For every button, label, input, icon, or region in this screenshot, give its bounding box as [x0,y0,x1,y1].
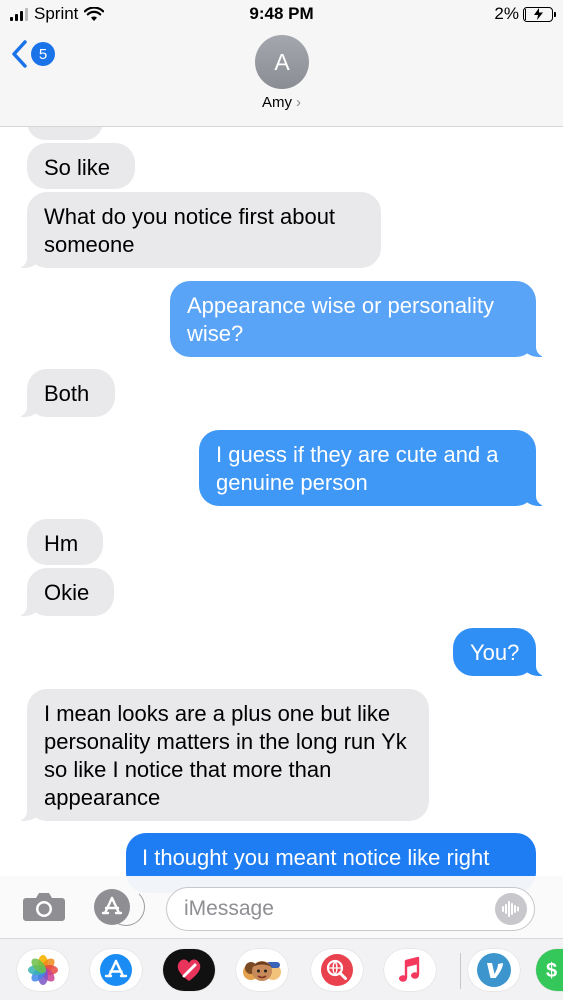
charging-bolt-icon [533,8,543,20]
waveform-icon [502,901,519,917]
digital-touch-app-button[interactable] [163,949,215,991]
images-search-app-button[interactable] [311,949,363,991]
audio-message-button[interactable] [495,893,527,925]
contact-avatar[interactable]: A [255,35,309,89]
app-store-app-button[interactable] [90,949,142,991]
message-bubble-incoming[interactable]: What do you notice first about someone [17,192,381,268]
message-bubble-outgoing[interactable]: Appearance wise or personality wise? [170,281,546,357]
battery-icon [523,6,556,22]
message-bubble-incoming[interactable]: I mean looks are a plus one but like per… [17,689,429,821]
message-bubble-incoming[interactable]: So like [27,143,135,189]
message-thread[interactable]: So like What do you notice first about s… [0,0,563,1000]
message-bubble-incoming[interactable]: Both [17,369,115,417]
app-store-icon [100,954,132,986]
drawer-divider [460,953,461,989]
status-bar: Sprint 9:48 PM 2% [0,0,563,30]
composer-bar: iMessage [0,876,563,938]
battery-percent: 2% [494,4,519,23]
apple-pay-app-button[interactable]: $ [536,949,563,991]
contact-name-button[interactable]: Amy › [0,94,563,111]
message-bubble-incoming[interactable]: Hm [27,519,103,565]
globe-search-icon [321,954,353,986]
music-app-button[interactable] [384,949,436,991]
camera-icon [23,893,65,921]
status-right: 2% [494,4,556,24]
conversation-header: 5 A Amy › [0,30,563,127]
chevron-left-icon [12,40,27,68]
avatar-initial: A [274,48,290,75]
back-button[interactable]: 5 [12,40,55,68]
app-store-icon [101,896,123,915]
photos-app-button[interactable] [17,949,69,991]
memoji-app-button[interactable] [236,949,288,991]
camera-button[interactable] [22,892,66,922]
message-bubble-outgoing[interactable]: You? [453,628,546,676]
chevron-right-icon: › [296,94,301,111]
contact-name: Amy [262,94,292,111]
message-bubble-outgoing[interactable]: I guess if they are cute and a genuine p… [199,430,546,506]
apple-pay-icon: $ [546,960,557,982]
app-drawer: $ [0,938,563,1000]
message-bubble-incoming[interactable]: Okie [17,568,114,616]
app-store-button[interactable] [94,889,130,925]
clock: 9:48 PM [249,4,314,23]
music-icon [399,956,420,982]
venmo-icon [477,953,511,987]
photos-icon [28,955,58,985]
unread-count-badge: 5 [31,42,55,66]
message-input-placeholder: iMessage [184,897,274,920]
digital-touch-icon [177,959,201,981]
message-input[interactable]: iMessage [166,887,535,931]
svg-text:$: $ [546,960,557,982]
venmo-app-button[interactable] [468,949,520,991]
memoji-icon [243,961,281,981]
